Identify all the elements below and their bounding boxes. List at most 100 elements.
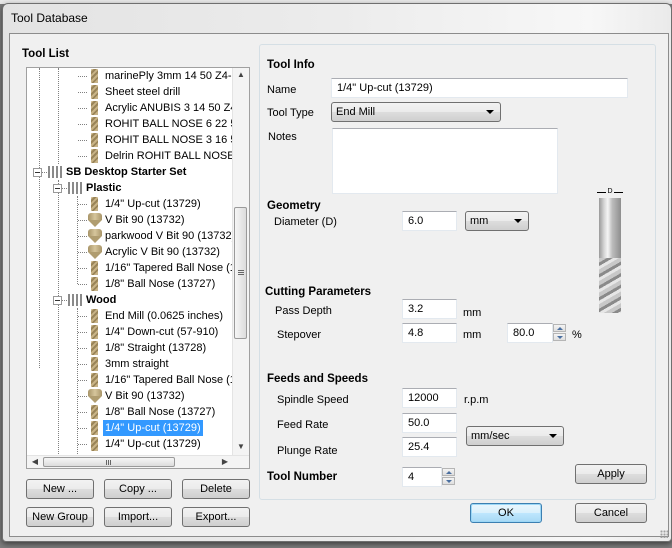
ok-button[interactable]: OK xyxy=(470,503,542,523)
tree-tool-item[interactable]: V Bit 90 (13732) xyxy=(27,212,232,228)
tree-item-label: Acrylic ANUBIS 3 14 50 Z4-C xyxy=(105,102,232,114)
tree-tool-item[interactable]: Delrin ROHIT BALL NOSE 6 16 xyxy=(27,148,232,164)
feed-rate-input[interactable] xyxy=(402,413,457,433)
tool-info-heading: Tool Info xyxy=(265,59,317,71)
tree-tool-item[interactable]: 1/8" Straight (13728) xyxy=(27,340,232,356)
import-button[interactable]: Import... xyxy=(104,507,172,527)
tree-tool-item[interactable]: 1/8" Ball Nose (13727) xyxy=(27,276,232,292)
tool-group-icon xyxy=(68,294,82,306)
plunge-rate-input[interactable] xyxy=(402,437,457,457)
tree-hscroll-thumb[interactable] xyxy=(43,457,175,467)
pass-depth-unit: mm xyxy=(463,307,482,319)
tree-tool-item[interactable]: marinePly 3mm 14 50 Z4-C- xyxy=(27,68,232,84)
tree-tool-item[interactable]: ROHIT BALL NOSE 6 22 50 Z2 xyxy=(27,116,232,132)
v-bit-icon xyxy=(88,245,102,259)
tree-vscroll-thumb[interactable] xyxy=(234,207,247,339)
collapse-toggle-icon[interactable] xyxy=(53,184,62,193)
spindle-speed-input[interactable] xyxy=(402,388,457,408)
tool-tree[interactable]: marinePly 3mm 14 50 Z4-C- Sheet steel dri… xyxy=(26,67,250,469)
rate-units-select[interactable]: mm/sec xyxy=(466,426,564,446)
feed-rate-label: Feed Rate xyxy=(277,419,329,431)
tree-item-label: End Mill (0.0625 inches) xyxy=(105,310,224,322)
tree-tool-item[interactable]: 1/16" Tapered Ball Nose (13 xyxy=(27,372,232,388)
tree-tool-item[interactable]: 1/4" Up-cut (13729) xyxy=(27,420,232,436)
tree-tool-item[interactable]: Acrylic V Bit 90 (13732) xyxy=(27,244,232,260)
spin-down-icon[interactable] xyxy=(442,477,455,485)
tree-connector xyxy=(78,332,87,333)
end-mill-icon xyxy=(91,325,98,339)
spin-down-icon[interactable] xyxy=(553,333,566,341)
tree-tool-item[interactable]: Sheet steel drill xyxy=(27,84,232,100)
scroll-left-arrow-icon[interactable]: ◀ xyxy=(27,456,43,468)
tree-tool-item[interactable]: 1/4" Down-cut (57-910) xyxy=(27,324,232,340)
tree-connector xyxy=(78,220,87,221)
apply-button[interactable]: Apply xyxy=(575,464,647,484)
scroll-right-arrow-icon[interactable]: ▶ xyxy=(217,456,233,468)
tree-item-label: 1/4" Down-cut (57-910) xyxy=(105,326,219,338)
tree-tool-item[interactable]: V Bit 90 (13732) xyxy=(27,388,232,404)
stepover-percent-spinner[interactable] xyxy=(553,324,567,342)
resize-grip-icon[interactable] xyxy=(660,530,668,538)
pass-depth-input[interactable] xyxy=(402,299,457,319)
stepover-input[interactable] xyxy=(402,323,457,343)
tree-tool-item[interactable]: 3mm straight xyxy=(27,356,232,372)
tool-number-input[interactable] xyxy=(402,467,442,487)
tree-connector xyxy=(62,188,67,189)
v-bit-icon xyxy=(88,389,102,403)
tool-type-select[interactable]: End Mill xyxy=(331,102,501,122)
tool-list-heading: Tool List xyxy=(22,48,70,60)
tree-tool-item[interactable]: parkwood V Bit 90 (13732) xyxy=(27,228,232,244)
tree-tool-item[interactable]: End Mill (0.0625 inches) xyxy=(27,308,232,324)
cancel-button[interactable]: Cancel xyxy=(575,503,647,523)
copy-tool-button[interactable]: Copy ... xyxy=(104,479,172,499)
tree-tool-item[interactable]: 1/4" Up-cut (13729) xyxy=(27,436,232,452)
tree-tool-item[interactable]: ROHIT BALL NOSE 3 16 50 Z2 xyxy=(27,132,232,148)
spin-up-icon[interactable] xyxy=(553,324,566,332)
diameter-label: Diameter (D) xyxy=(274,216,337,228)
v-bit-icon xyxy=(88,213,102,227)
chevron-down-icon xyxy=(549,434,557,438)
tree-horizontal-scrollbar[interactable]: ◀ ▶ xyxy=(27,455,249,468)
tree-connector xyxy=(78,268,87,269)
geometry-heading: Geometry xyxy=(267,200,321,212)
tool-number-spinner[interactable] xyxy=(442,468,456,486)
stepover-percent-input[interactable] xyxy=(507,323,553,343)
tree-item-label: 1/8" Ball Nose (13727) xyxy=(105,278,216,290)
pass-depth-label: Pass Depth xyxy=(275,305,332,317)
tool-name-input[interactable] xyxy=(331,78,628,98)
diameter-units-select[interactable]: mm xyxy=(465,211,529,231)
diameter-input[interactable] xyxy=(402,211,457,231)
tree-vertical-scrollbar[interactable]: ▲ ▼ xyxy=(232,68,249,456)
tree-tool-item[interactable]: 1/4" Up-cut (13729) xyxy=(27,196,232,212)
tool-type-label: Tool Type xyxy=(267,107,314,119)
tree-connector xyxy=(78,396,87,397)
tree-item-label: 3mm straight xyxy=(105,358,169,370)
export-button[interactable]: Export... xyxy=(182,507,250,527)
cutting-parameters-heading: Cutting Parameters xyxy=(265,286,372,298)
tree-group-item[interactable]: Plastic xyxy=(27,180,232,196)
tree-item-label: 1/16" Tapered Ball Nose (13 xyxy=(105,262,232,274)
end-mill-icon xyxy=(91,149,98,163)
spin-up-icon[interactable] xyxy=(442,468,455,476)
tree-tool-item[interactable]: 1/16" Tapered Ball Nose (13 xyxy=(27,260,232,276)
tree-tool-item[interactable]: Acrylic ANUBIS 3 14 50 Z4-C xyxy=(27,100,232,116)
diameter-dimension-icon: D xyxy=(597,187,623,197)
new-group-button[interactable]: New Group xyxy=(26,507,94,527)
end-mill-icon xyxy=(91,437,98,451)
tree-item-label: Acrylic V Bit 90 (13732) xyxy=(105,246,220,258)
notes-textarea[interactable] xyxy=(332,128,558,194)
tool-flutes-image xyxy=(599,258,621,313)
end-mill-icon xyxy=(91,117,98,131)
delete-tool-button[interactable]: Delete xyxy=(182,479,250,499)
collapse-toggle-icon[interactable] xyxy=(53,296,62,305)
new-tool-button[interactable]: New ... xyxy=(26,479,94,499)
end-mill-icon xyxy=(91,133,98,147)
scroll-down-arrow-icon[interactable]: ▼ xyxy=(233,442,249,451)
collapse-toggle-icon[interactable] xyxy=(33,168,42,177)
tree-group-item[interactable]: Wood xyxy=(27,292,232,308)
spindle-speed-unit: r.p.m xyxy=(464,394,489,406)
scroll-up-arrow-icon[interactable]: ▲ xyxy=(233,70,249,79)
tree-group-item[interactable]: SB Desktop Starter Set xyxy=(27,164,232,180)
tree-item-label: parkwood V Bit 90 (13732) xyxy=(105,230,232,242)
tree-tool-item[interactable]: 1/8" Ball Nose (13727) xyxy=(27,404,232,420)
